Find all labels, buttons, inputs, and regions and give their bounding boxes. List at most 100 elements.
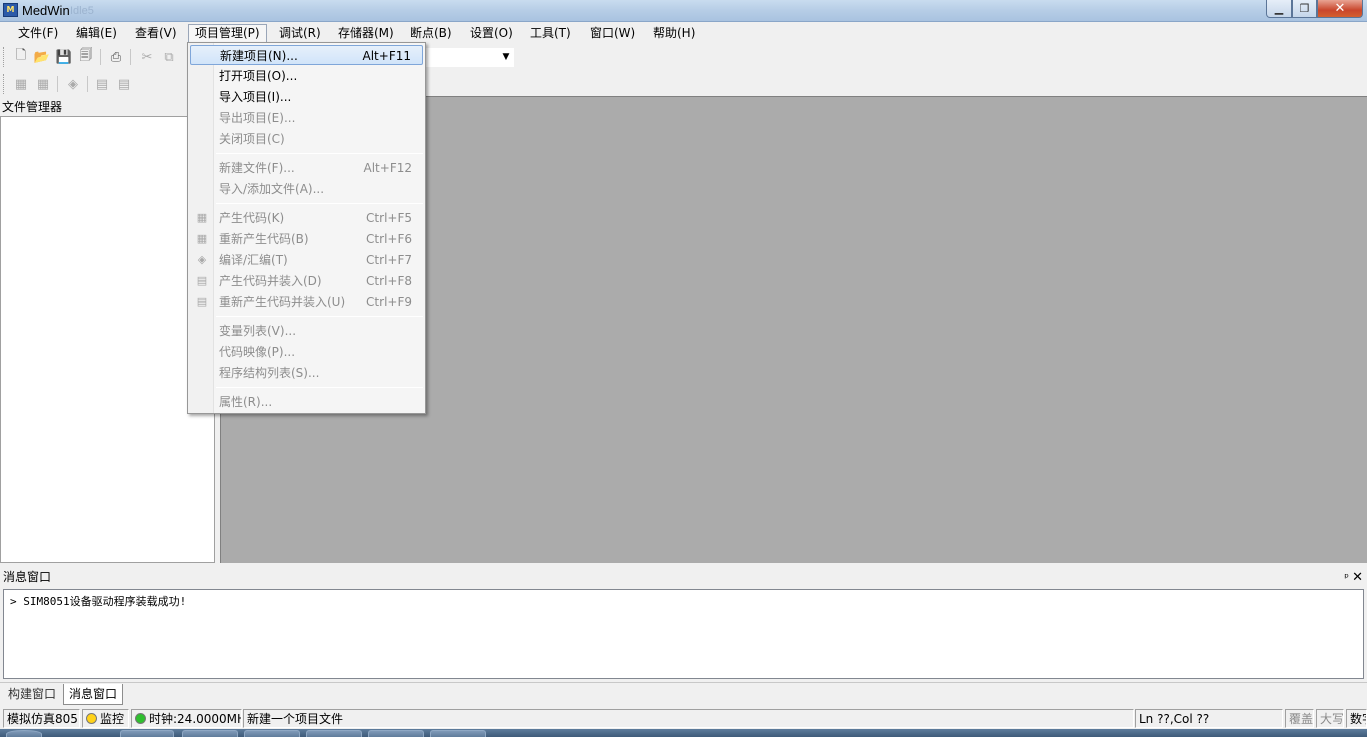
menu-window[interactable]: 窗口(W) xyxy=(584,24,641,43)
message-output[interactable]: > SIM8051设备驱动程序装载成功! xyxy=(3,589,1364,679)
file-manager-tree[interactable] xyxy=(0,116,215,563)
status-clock[interactable]: 时钟:24.0000MHz xyxy=(131,709,242,728)
menu-item-regenerate-and-load[interactable]: ▤ 重新产生代码并装入(U) Ctrl+F9 xyxy=(190,292,423,312)
menu-item-label: 导入/添加文件(A)... xyxy=(219,182,325,196)
toolbar-separator xyxy=(87,76,88,92)
menu-item-shortcut: Ctrl+F7 xyxy=(366,253,412,267)
print-icon[interactable]: ⎙ xyxy=(107,48,125,66)
menu-separator xyxy=(216,316,423,317)
menu-breakpoint[interactable]: 断点(B) xyxy=(404,24,458,43)
open-folder-icon[interactable]: 📂 xyxy=(33,48,51,66)
menu-item-generate-code[interactable]: ▦ 产生代码(K) Ctrl+F5 xyxy=(190,208,423,228)
output-tabs: 构建窗口 消息窗口 xyxy=(0,682,1367,706)
menu-item-program-structure[interactable]: 程序结构列表(S)... xyxy=(190,363,423,383)
cut-icon[interactable]: ✂ xyxy=(138,48,156,66)
menu-item-label: 导入项目(I)... xyxy=(219,90,292,104)
close-icon[interactable]: ✕ xyxy=(1352,568,1363,587)
menu-item-shortcut: Ctrl+F8 xyxy=(366,274,412,288)
os-taskbar xyxy=(0,729,1367,737)
menu-item-code-image[interactable]: 代码映像(P)... xyxy=(190,342,423,362)
menu-separator xyxy=(216,387,423,388)
menu-item-generate-and-load[interactable]: ▤ 产生代码并装入(D) Ctrl+F8 xyxy=(190,271,423,291)
regenerate-load-icon: ▤ xyxy=(196,295,208,308)
menu-item-close-project[interactable]: 关闭项目(C) xyxy=(190,129,423,149)
menu-settings[interactable]: 设置(O) xyxy=(464,24,519,43)
start-button[interactable] xyxy=(6,730,42,737)
menu-separator xyxy=(216,203,423,204)
regenerate-code-icon[interactable]: ▦ xyxy=(34,75,52,93)
message-window-title: 消息窗口 xyxy=(3,570,52,584)
menu-file[interactable]: 文件(F) xyxy=(12,24,64,43)
menu-edit[interactable]: 编辑(E) xyxy=(70,24,123,43)
maximize-button[interactable]: ❐ xyxy=(1292,0,1317,18)
target-combo[interactable]: ▼ xyxy=(420,48,514,67)
menu-item-add-file[interactable]: 导入/添加文件(A)... xyxy=(190,179,423,199)
menu-debug[interactable]: 调试(R) xyxy=(273,24,327,43)
menu-memory[interactable]: 存储器(M) xyxy=(332,24,400,43)
status-clock-label: 时钟:24.0000MHz xyxy=(149,712,241,726)
taskbar-item[interactable] xyxy=(368,730,424,737)
menu-item-shortcut: Ctrl+F9 xyxy=(366,295,412,309)
taskbar-item[interactable] xyxy=(120,730,174,737)
regenerate-code-icon: ▦ xyxy=(196,232,208,245)
menu-item-label: 变量列表(V)... xyxy=(219,324,297,338)
status-overwrite: 覆盖 xyxy=(1285,709,1314,728)
menu-item-new-project[interactable]: 新建项目(N)... Alt+F11 xyxy=(190,45,423,65)
menu-project[interactable]: 项目管理(P) xyxy=(188,24,267,43)
tab-build-window[interactable]: 构建窗口 xyxy=(3,684,61,705)
menu-item-properties[interactable]: 属性(R)... xyxy=(190,392,423,412)
menu-item-shortcut: Ctrl+F5 xyxy=(366,211,412,225)
copy-icon[interactable]: ⧉ xyxy=(160,48,178,66)
menu-item-label: 关闭项目(C) xyxy=(219,132,285,146)
close-button[interactable]: ✕ xyxy=(1317,0,1363,18)
menu-item-label: 新建文件(F)... xyxy=(219,161,295,175)
file-manager-title: 文件管理器 xyxy=(0,98,216,116)
taskbar-item[interactable] xyxy=(306,730,362,737)
generate-code-icon: ▦ xyxy=(196,211,208,224)
menu-item-new-file[interactable]: 新建文件(F)... Alt+F12 xyxy=(190,158,423,178)
status-cursor-position: Ln ??,Col ?? xyxy=(1135,709,1283,728)
taskbar-item[interactable] xyxy=(182,730,238,737)
status-hint: 新建一个项目文件 xyxy=(243,709,1134,728)
menu-item-label: 新建项目(N)... xyxy=(220,49,298,63)
menu-item-variable-list[interactable]: 变量列表(V)... xyxy=(190,321,423,341)
regenerate-load-icon[interactable]: ▤ xyxy=(115,75,133,93)
save-all-icon[interactable]: 🗐 xyxy=(77,48,95,66)
menu-item-export-project[interactable]: 导出项目(E)... xyxy=(190,108,423,128)
chevron-down-icon[interactable]: ▼ xyxy=(499,49,513,66)
taskbar-item[interactable] xyxy=(430,730,486,737)
pin-icon[interactable]: ᵖ xyxy=(1344,568,1349,587)
status-monitor-label: 监控 xyxy=(100,712,125,726)
generate-load-icon[interactable]: ▤ xyxy=(93,75,111,93)
menu-item-open-project[interactable]: 打开项目(O)... xyxy=(190,66,423,86)
menu-item-import-project[interactable]: 导入项目(I)... xyxy=(190,87,423,107)
toolbar-separator xyxy=(100,49,101,65)
menu-item-shortcut: Alt+F12 xyxy=(363,161,412,175)
minimize-button[interactable]: ▁ xyxy=(1266,0,1292,18)
menu-item-compile[interactable]: ◈ 编译/汇编(T) Ctrl+F7 xyxy=(190,250,423,270)
status-monitor[interactable]: 监控 xyxy=(82,709,129,728)
monitor-led-icon xyxy=(86,713,97,724)
menu-tools[interactable]: 工具(T) xyxy=(524,24,577,43)
status-num: 数字 xyxy=(1346,709,1367,728)
taskbar-item[interactable] xyxy=(244,730,300,737)
window-controls: ▁ ❐ ✕ xyxy=(1266,0,1363,18)
new-file-icon[interactable]: 🗋 xyxy=(12,48,30,66)
title-bar: M MedWin Idle5 ▁ ❐ ✕ xyxy=(0,0,1367,22)
menu-bar: 文件(F) 编辑(E) 查看(V) 项目管理(P) 调试(R) 存储器(M) 断… xyxy=(0,22,1367,44)
menu-item-label: 产生代码(K) xyxy=(219,211,285,225)
menu-item-regenerate-code[interactable]: ▦ 重新产生代码(B) Ctrl+F6 xyxy=(190,229,423,249)
menu-item-label: 编译/汇编(T) xyxy=(219,253,288,267)
compile-icon[interactable]: ◈ xyxy=(64,75,82,93)
save-icon[interactable]: 💾 xyxy=(55,48,73,66)
tab-message-window[interactable]: 消息窗口 xyxy=(63,684,124,705)
menu-item-label: 重新产生代码并装入(U) xyxy=(219,295,346,309)
toolbar-grip[interactable] xyxy=(3,74,6,94)
toolbar-grip[interactable] xyxy=(3,47,6,67)
menu-view[interactable]: 查看(V) xyxy=(129,24,183,43)
toolbar-separator xyxy=(130,49,131,65)
menu-item-label: 代码映像(P)... xyxy=(219,345,296,359)
menu-help[interactable]: 帮助(H) xyxy=(647,24,701,43)
generate-code-icon[interactable]: ▦ xyxy=(12,75,30,93)
message-line: > SIM8051设备驱动程序装载成功! xyxy=(10,595,187,608)
